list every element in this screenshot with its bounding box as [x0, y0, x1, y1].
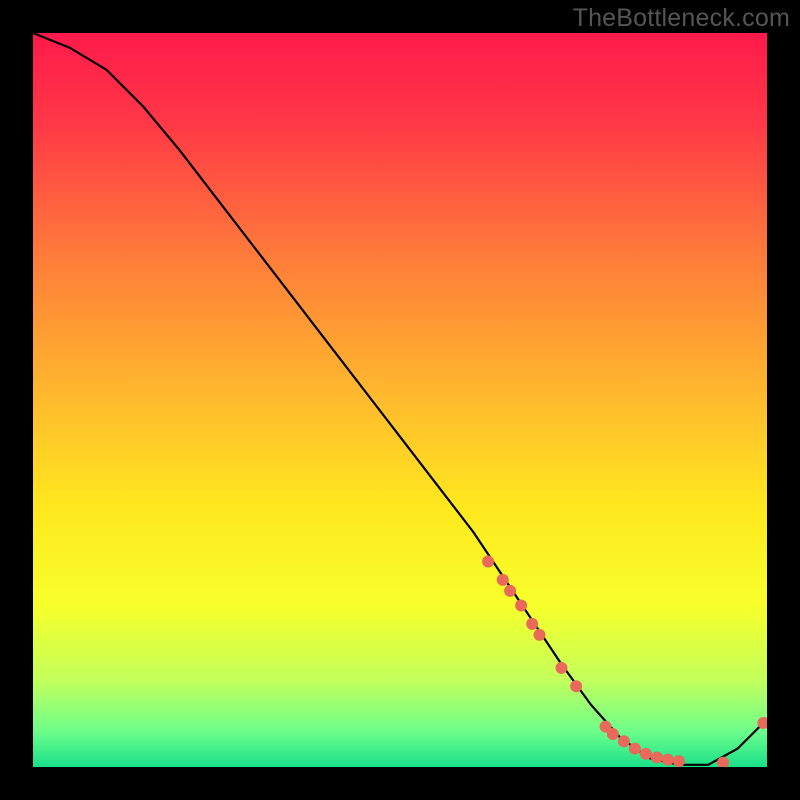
chart-frame: TheBottleneck.com	[0, 0, 800, 800]
scatter-point	[607, 728, 619, 740]
scatter-point	[515, 600, 527, 612]
scatter-point	[555, 662, 567, 674]
scatter-point	[497, 574, 509, 586]
scatter-point	[618, 735, 630, 747]
scatter-point	[570, 680, 582, 692]
scatter-point	[526, 618, 538, 630]
scatter-point	[673, 755, 685, 767]
chart-svg	[33, 33, 767, 767]
scatter-point	[640, 748, 652, 760]
scatter-point	[651, 751, 663, 763]
scatter-point	[662, 754, 674, 766]
watermark-text: TheBottleneck.com	[573, 4, 790, 33]
bottleneck-chart	[33, 33, 767, 767]
scatter-point	[533, 629, 545, 641]
scatter-point	[504, 585, 516, 597]
scatter-point	[482, 555, 494, 567]
gradient-background	[33, 33, 767, 767]
scatter-point	[629, 743, 641, 755]
